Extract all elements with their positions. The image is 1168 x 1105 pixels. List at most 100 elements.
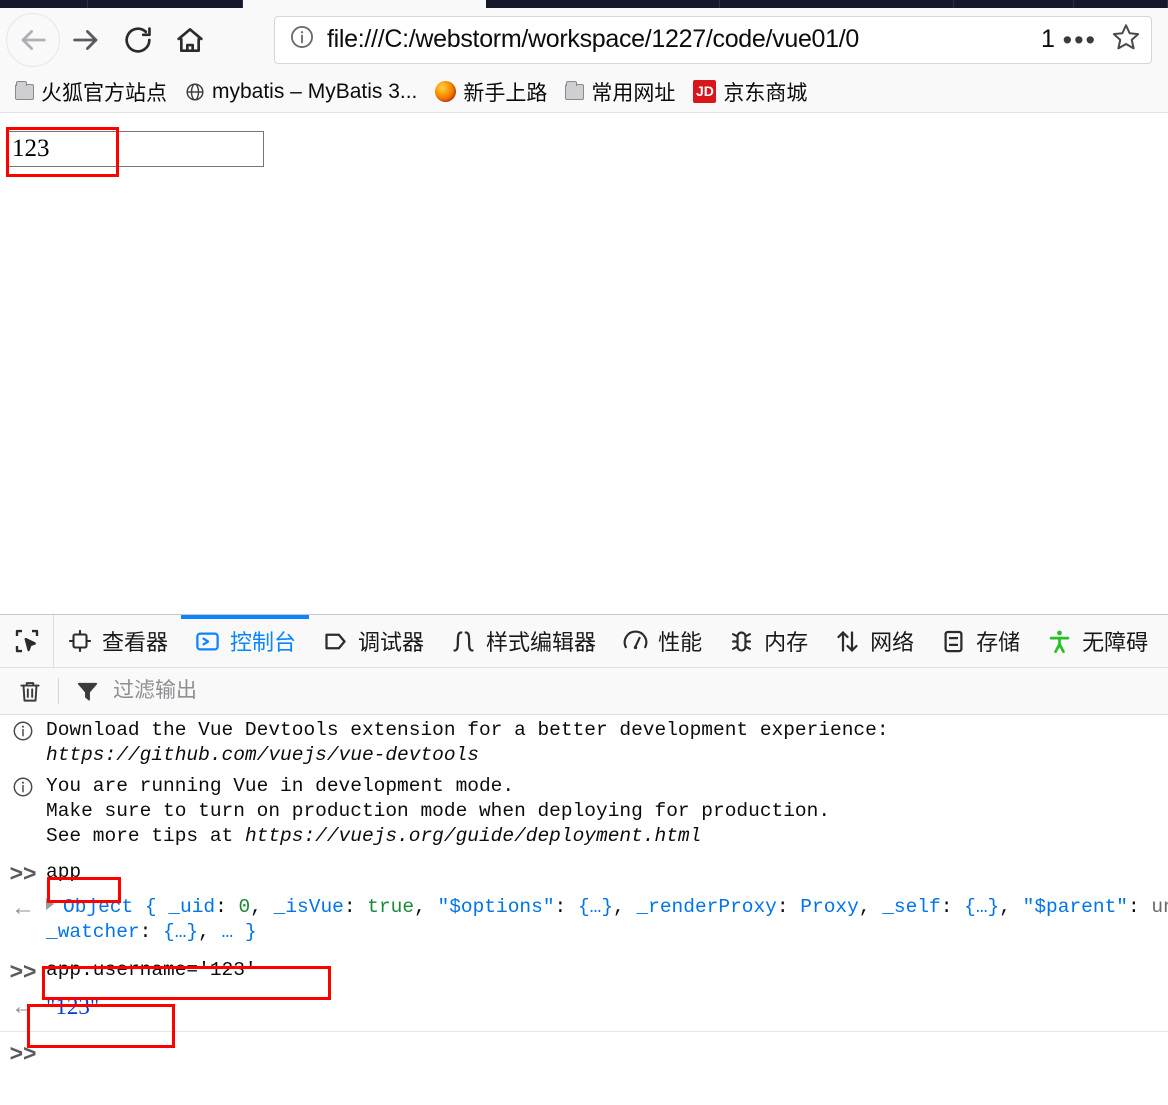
- jd-icon: JD: [693, 80, 717, 103]
- object-preview-line2: _watcher: {…}, … }: [46, 921, 257, 943]
- tab-memory[interactable]: 内存: [715, 615, 821, 667]
- bookmarks-bar: 火狐官方站点 mybatis – MyBatis 3... 新手上路 常用网址 …: [0, 71, 1168, 113]
- console-result-row[interactable]: ← "123": [0, 986, 1168, 1025]
- console-input-row[interactable]: >> app.username='123': [0, 948, 1168, 986]
- prompt-symbol: >>: [9, 1040, 37, 1066]
- console-filter-input[interactable]: [113, 679, 433, 703]
- tab-label: 控制台: [230, 630, 297, 655]
- page-content: [0, 114, 1168, 614]
- object-token: …: [221, 921, 234, 943]
- object-token: ,: [613, 896, 637, 918]
- tab-accessibility[interactable]: 无障碍: [1033, 615, 1161, 667]
- tab-performance[interactable]: 性能: [609, 615, 715, 667]
- console-result-row[interactable]: ← Object { _uid: 0, _isVue: true, "$opti…: [0, 888, 1168, 948]
- console-line: See more tips at: [46, 825, 245, 847]
- console-message-info[interactable]: Download the Vue Devtools extension for …: [0, 715, 1168, 771]
- forward-button[interactable]: [60, 14, 112, 66]
- browser-tab[interactable]: [1074, 0, 1168, 8]
- browser-tab[interactable]: [486, 0, 720, 8]
- filter-icon-button[interactable]: [67, 671, 107, 711]
- object-token: {…}: [964, 896, 1000, 918]
- reload-button[interactable]: [112, 14, 164, 66]
- object-token: :: [139, 921, 164, 943]
- page-actions-button[interactable]: •••: [1055, 26, 1105, 53]
- prompt-symbol: >>: [9, 958, 37, 984]
- tab-style-editor[interactable]: 样式编辑器: [437, 615, 609, 667]
- console-message-info[interactable]: You are running Vue in development mode.…: [0, 771, 1168, 852]
- storage-icon: [944, 630, 963, 652]
- tab-label: 样式编辑器: [486, 630, 597, 655]
- object-token: :: [554, 896, 578, 918]
- console-input-row[interactable]: >> app: [0, 852, 1168, 888]
- object-preview-line1: Object { _uid: 0, _isVue: true, "$option…: [63, 896, 1168, 918]
- browser-tab-active[interactable]: [243, 0, 486, 8]
- console-link[interactable]: https://github.com/vuejs/vue-devtools: [46, 744, 479, 766]
- bookmark-item[interactable]: mybatis – MyBatis 3...: [178, 77, 424, 107]
- browser-tab[interactable]: [88, 0, 243, 8]
- object-token: ,: [250, 896, 274, 918]
- inspector-icon: [69, 630, 91, 652]
- address-bar[interactable]: file:///C:/webstorm/workspace/1227/code/…: [274, 15, 1152, 64]
- tab-label: 内存: [764, 630, 809, 655]
- tab-storage[interactable]: 存储: [927, 615, 1033, 667]
- object-token: :: [940, 896, 965, 918]
- debugger-icon: [325, 633, 346, 649]
- console-line: Download the Vue Devtools extension for …: [46, 719, 889, 741]
- info-icon: [0, 774, 46, 849]
- bookmark-label: 京东商城: [723, 81, 808, 105]
- console-link[interactable]: https://vuejs.org/guide/deployment.html: [245, 825, 701, 847]
- result-arrow-symbol: ←: [11, 993, 35, 1020]
- url-text[interactable]: file:///C:/webstorm/workspace/1227/code/…: [327, 25, 1041, 54]
- console-object-preview[interactable]: Object { _uid: 0, _isVue: true, "$option…: [46, 895, 1168, 945]
- object-token: ,: [999, 896, 1023, 918]
- browser-tab[interactable]: [720, 0, 954, 8]
- console-message-text: Download the Vue Devtools extension for …: [46, 718, 1168, 768]
- back-button[interactable]: [6, 12, 60, 67]
- console-prompt-row[interactable]: >>: [0, 1032, 1168, 1067]
- object-token: Object: [63, 896, 145, 918]
- object-token: {…}: [163, 921, 199, 943]
- home-button[interactable]: [164, 14, 216, 66]
- console-prompt-input[interactable]: [46, 1040, 1168, 1064]
- tab-inspector[interactable]: 查看器: [54, 615, 181, 667]
- reload-icon: [125, 26, 151, 53]
- browser-tab-strip[interactable]: [0, 0, 1168, 8]
- globe-icon: [185, 82, 205, 102]
- tab-console[interactable]: 控制台: [181, 615, 310, 667]
- bookmark-star-icon[interactable]: [1111, 22, 1141, 57]
- browser-tab[interactable]: [0, 0, 88, 8]
- page-info-icon[interactable]: [289, 24, 315, 55]
- browser-tab[interactable]: [954, 0, 1074, 8]
- object-token: ,: [858, 896, 883, 918]
- tab-network[interactable]: 网络: [821, 615, 927, 667]
- performance-icon: [623, 630, 648, 649]
- result-arrow-icon: ←: [0, 895, 46, 945]
- console-output[interactable]: Download the Vue Devtools extension for …: [0, 715, 1168, 1105]
- accessibility-icon: [1049, 630, 1070, 653]
- object-token: }: [233, 921, 257, 943]
- bookmark-item[interactable]: 常用网址: [558, 74, 682, 110]
- console-toolbar: [0, 668, 1168, 715]
- clear-console-button[interactable]: [10, 671, 50, 711]
- info-icon: [0, 718, 46, 768]
- devtools-panel: 查看器 控制台 调试器 样式编辑器 性能 内存 网络 存储 无障碍 过滤输出 D…: [0, 614, 1168, 1105]
- object-token: undefined: [1151, 896, 1168, 918]
- memory-icon: [732, 630, 752, 652]
- console-command-text: app.username='123': [46, 959, 257, 981]
- result-arrow-symbol: ←: [11, 894, 35, 921]
- style-editor-icon: [453, 630, 474, 652]
- bookmark-item[interactable]: 新手上路: [428, 74, 554, 110]
- bookmark-item[interactable]: JD 京东商城: [686, 74, 814, 110]
- bookmark-item[interactable]: 火狐官方站点: [8, 74, 174, 110]
- object-token: 0: [238, 896, 251, 918]
- tab-label: 网络: [870, 630, 915, 655]
- object-token: :: [343, 896, 368, 918]
- tab-debugger[interactable]: 调试器: [309, 615, 437, 667]
- tab-label: 调试器: [358, 630, 425, 655]
- tab-label: 无障碍: [1082, 630, 1149, 655]
- prompt-chevron-icon: >>: [0, 860, 46, 885]
- expand-twisty-icon[interactable]: [46, 898, 54, 910]
- element-picker-button[interactable]: [0, 615, 54, 667]
- console-line: You are running Vue in development mode.: [46, 775, 515, 797]
- username-input[interactable]: [7, 131, 264, 167]
